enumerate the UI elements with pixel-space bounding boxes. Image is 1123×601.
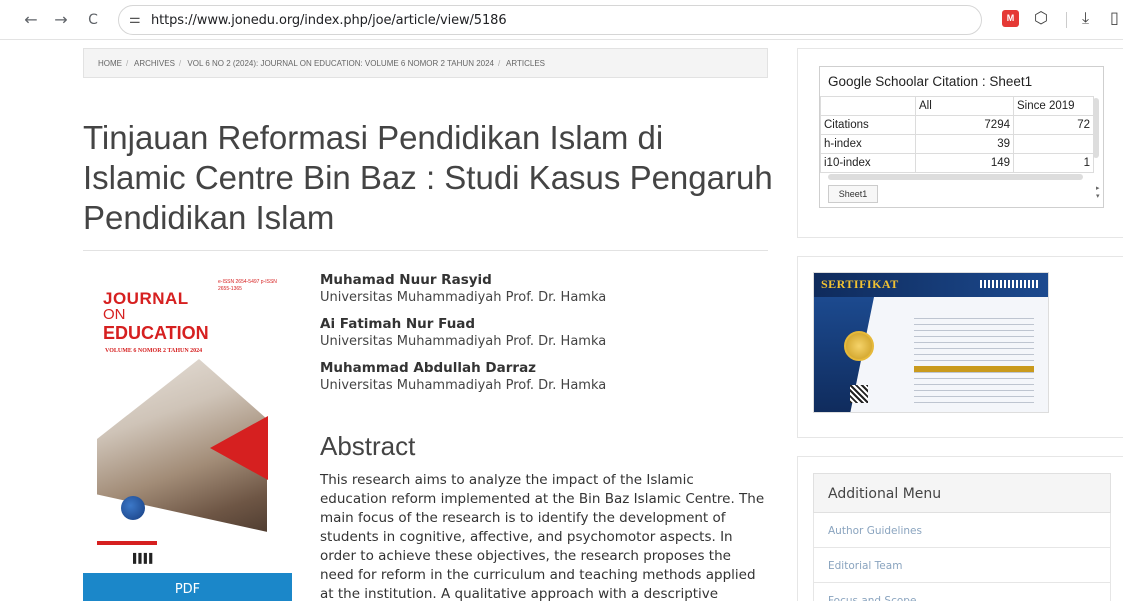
cover-volume: VOLUME 6 NOMOR 2 TAHUN 2024 [105, 348, 203, 354]
toolbar-divider [1066, 12, 1067, 28]
author-affiliation: Universitas Muhammadiyah Prof. Dr. Hamka [320, 378, 607, 393]
table-header-cell [820, 96, 916, 116]
author-affiliation: Universitas Muhammadiyah Prof. Dr. Hamka [320, 334, 607, 349]
table-header-cell: All [915, 96, 1014, 116]
table-header-cell: Since 2019 [1013, 96, 1094, 116]
browser-toolbar: ← → C ⚌ https://www.jonedu.org/index.php… [0, 0, 1123, 40]
author-name: Muhammad Abdullah Darraz [320, 360, 537, 376]
extensions-puzzle-icon[interactable]: ⬡ [1034, 8, 1048, 27]
table-header-row: All Since 2019 [820, 96, 1094, 116]
table-cell: Citations [820, 115, 916, 135]
table-cell: h-index [820, 134, 916, 154]
author-item: Ai Fatimah Nur Fuad Universitas Muhammad… [320, 315, 770, 351]
extension-icon[interactable]: M [1002, 10, 1019, 27]
breadcrumb-separator: / [126, 59, 129, 68]
citation-table: All Since 2019 Citations 7294 72 h-index… [820, 96, 1094, 173]
cover-red-triangle [210, 416, 268, 480]
breadcrumb-archives[interactable]: ARCHIVES [134, 59, 175, 68]
site-settings-icon[interactable]: ⚌ [129, 12, 141, 27]
author-item: Muhammad Abdullah Darraz Universitas Muh… [320, 359, 770, 395]
journal-cover-image[interactable]: e-ISSN 2654-5497 p-ISSN 2655-1365 JOURNA… [83, 273, 292, 565]
horizontal-scrollbar[interactable] [828, 174, 1083, 180]
table-row: i10-index 149 1 [820, 153, 1094, 173]
author-item: Muhamad Nuur Rasyid Universitas Muhammad… [320, 271, 770, 307]
table-cell [1013, 134, 1094, 154]
reload-icon[interactable]: C [82, 9, 104, 31]
breadcrumb-current: ARTICLES [506, 59, 545, 68]
cover-publisher-logo [121, 496, 145, 520]
sheet-tab[interactable]: Sheet1 [828, 185, 878, 203]
author-name: Ai Fatimah Nur Fuad [320, 316, 476, 332]
table-cell: 149 [915, 153, 1014, 173]
breadcrumb-separator: / [498, 59, 501, 68]
certificate-gold-ribbon [914, 366, 1034, 372]
breadcrumb-separator: / [178, 59, 182, 68]
additional-menu-heading: Additional Menu [813, 473, 1111, 513]
certificate-text-lines [914, 318, 1034, 408]
breadcrumb-issue[interactable]: VOL 6 NO 2 (2024): JOURNAL ON EDUCATION:… [187, 59, 494, 68]
address-bar[interactable]: ⚌ https://www.jonedu.org/index.php/joe/a… [118, 5, 982, 35]
pdf-download-button[interactable]: PDF [83, 573, 292, 601]
url-text[interactable]: https://www.jonedu.org/index.php/joe/art… [151, 13, 507, 28]
sidebar-icon[interactable]: ▯ [1110, 8, 1119, 27]
table-cell: i10-index [820, 153, 916, 173]
title-divider [83, 250, 768, 251]
forward-icon[interactable]: → [50, 9, 72, 31]
download-icon[interactable]: ⤓ [1082, 8, 1089, 28]
author-affiliation: Universitas Muhammadiyah Prof. Dr. Hamka [320, 290, 607, 305]
table-cell: 72 [1013, 115, 1094, 135]
certificate-title: SERTIFIKAT [821, 277, 899, 291]
table-cell: 7294 [915, 115, 1014, 135]
breadcrumb-home[interactable]: HOME [98, 59, 122, 68]
scroll-arrows-icon[interactable]: ▸ ▾ [1096, 185, 1100, 201]
citation-spreadsheet[interactable]: Google Schoolar Citation : Sheet1 All Si… [819, 66, 1104, 208]
back-icon[interactable]: ← [20, 9, 42, 31]
article-title: Tinjauan Reformasi Pendidikan Islam di I… [83, 119, 773, 236]
qr-code-icon [850, 385, 868, 403]
medal-icon [844, 331, 874, 361]
cover-title-line3: EDUCATION [103, 323, 209, 343]
table-cell: 1 [1013, 153, 1094, 173]
breadcrumb: HOME / ARCHIVES / VOL 6 NO 2 (2024): JOURN… [83, 48, 768, 78]
abstract-heading: Abstract [320, 431, 416, 461]
cover-red-bar [97, 541, 157, 545]
certificate-image[interactable]: SERTIFIKAT [813, 272, 1049, 413]
spreadsheet-title: Google Schoolar Citation : Sheet1 [828, 74, 1033, 89]
vertical-scrollbar[interactable] [1093, 98, 1099, 158]
table-row: h-index 39 [820, 134, 1094, 154]
author-name: Muhamad Nuur Rasyid [320, 272, 492, 288]
author-list: Muhamad Nuur Rasyid Universitas Muhammad… [320, 271, 770, 403]
cover-barcode-icon: ▌▌▌▌ [133, 553, 155, 563]
menu-item-author-guidelines[interactable]: Author Guidelines [813, 513, 1111, 548]
cover-title-line2: ON [103, 306, 126, 323]
menu-item-focus-scope[interactable]: Focus and Scope [813, 583, 1111, 601]
menu-item-editorial-team[interactable]: Editorial Team [813, 548, 1111, 583]
table-row: Citations 7294 72 [820, 115, 1094, 135]
cover-issn: e-ISSN 2654-5497 p-ISSN 2655-1365 [218, 279, 277, 292]
table-cell: 39 [915, 134, 1014, 154]
abstract-text: This research aims to analyze the impact… [320, 472, 765, 601]
certificate-stripe [980, 280, 1040, 288]
